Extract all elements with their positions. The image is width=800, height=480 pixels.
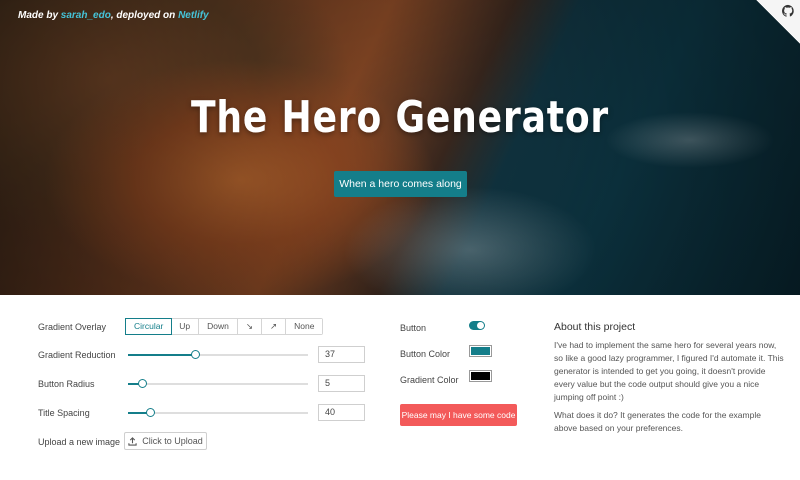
hero-button[interactable]: When a hero comes along (334, 171, 467, 197)
author-link[interactable]: sarah_edo (61, 10, 111, 21)
overlay-option-diagonal-up-icon[interactable]: ↗ (262, 319, 287, 334)
toggle-knob (477, 322, 484, 329)
button-color-label: Button Color (400, 349, 451, 359)
overlay-option-up[interactable]: Up (171, 319, 200, 334)
button-toggle-label: Button (400, 323, 427, 333)
gradient-color-picker[interactable] (469, 370, 492, 382)
overlay-option-circular[interactable]: Circular (125, 318, 173, 335)
slider-thumb[interactable] (190, 350, 200, 359)
button-radius-slider[interactable] (128, 379, 308, 389)
title-spacing-slider[interactable] (128, 408, 308, 418)
about-title: About this project (554, 321, 636, 333)
get-code-button[interactable]: Please may I have some code (400, 404, 517, 426)
title-spacing-label: Title Spacing (38, 408, 90, 418)
about-paragraph-1: I've had to implement the same hero for … (554, 340, 784, 402)
netlify-link[interactable]: Netlify (178, 10, 209, 21)
gradient-reduction-label: Gradient Reduction (38, 350, 116, 360)
credit-prefix: Made by (18, 10, 61, 21)
button-radius-label: Button Radius (38, 379, 95, 389)
hero-banner: Made by sarah_edo, deployed on Netlify T… (0, 0, 800, 295)
upload-button-label: Click to Upload (142, 436, 203, 446)
upload-button[interactable]: Click to Upload (124, 432, 207, 450)
gradient-overlay-selector: Circular Up Down ↘ ↗ None (125, 318, 324, 335)
overlay-option-diagonal-down-icon[interactable]: ↘ (237, 319, 263, 334)
title-spacing-input[interactable]: 40 (318, 404, 365, 421)
button-toggle[interactable] (469, 321, 485, 330)
slider-thumb[interactable] (138, 379, 148, 388)
slider-thumb[interactable] (145, 408, 155, 417)
upload-label: Upload a new image (38, 437, 121, 447)
credit-middle: , deployed on (110, 10, 179, 21)
gradient-reduction-slider[interactable] (128, 350, 308, 360)
button-radius-input[interactable]: 5 (318, 375, 365, 392)
github-corner[interactable] (756, 0, 800, 44)
button-color-picker[interactable] (469, 345, 492, 357)
gradient-overlay-label: Gradient Overlay (38, 322, 107, 332)
gradient-reduction-input[interactable]: 37 (318, 346, 365, 363)
credit-line: Made by sarah_edo, deployed on Netlify (18, 10, 209, 21)
overlay-option-none[interactable]: None (286, 319, 323, 334)
about-paragraph-2: What does it do? It generates the code f… (554, 410, 761, 433)
overlay-option-down[interactable]: Down (199, 319, 238, 334)
upload-icon (128, 436, 137, 446)
gradient-color-label: Gradient Color (400, 375, 459, 385)
hero-title: The Hero Generator (190, 92, 610, 143)
github-icon (781, 4, 794, 17)
